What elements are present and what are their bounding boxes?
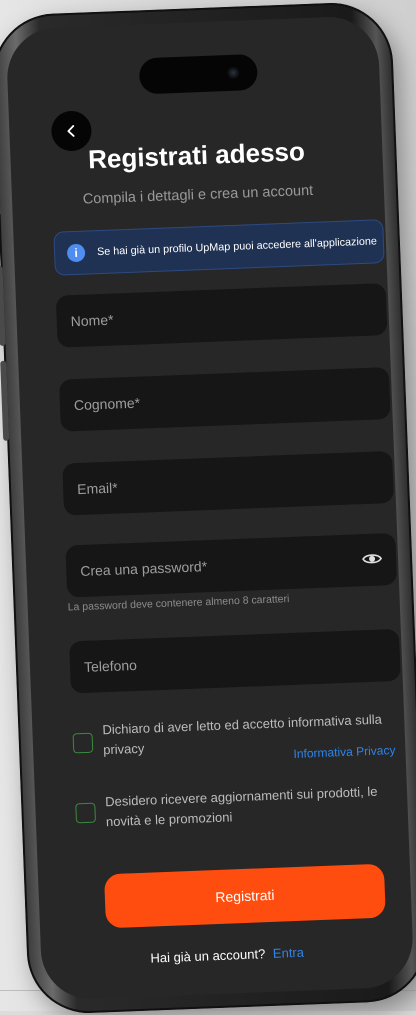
app-screen: Registrati adesso Compila i dettagli e c… (5, 15, 415, 1001)
email-field[interactable] (62, 450, 394, 516)
login-prompt-text: Hai già un account? (150, 946, 266, 966)
email-input[interactable] (76, 470, 358, 498)
login-prompt: Hai già un account? Entra (41, 941, 413, 970)
register-button[interactable]: Registrati (103, 863, 386, 929)
telefono-field[interactable] (69, 628, 401, 694)
login-link[interactable]: Entra (273, 945, 305, 961)
eye-icon[interactable] (362, 550, 383, 567)
chevron-left-icon (67, 125, 75, 137)
info-icon: i (66, 243, 86, 263)
marketing-consent-row: Desidero ricevere aggiornamenti sui prod… (75, 781, 406, 838)
cognome-field[interactable] (58, 367, 391, 432)
privacy-consent-row: Dichiaro di aver letto ed accetto inform… (72, 709, 404, 782)
telefono-input[interactable] (83, 648, 365, 675)
info-banner-text: Se hai già un profilo UpMap puoi acceder… (96, 235, 378, 259)
dynamic-island (138, 53, 258, 95)
marketing-consent-label: Desidero ricevere aggiornamenti sui prod… (104, 783, 378, 830)
cognome-input[interactable] (73, 386, 355, 414)
page-subtitle: Compila i dettagli e crea un account (82, 182, 314, 208)
nome-input[interactable] (70, 302, 351, 330)
nome-field[interactable] (55, 283, 388, 348)
password-field[interactable] (65, 532, 398, 598)
privacy-checkbox[interactable] (72, 732, 94, 754)
privacy-policy-link[interactable]: Informativa Privacy (293, 743, 395, 761)
camera-icon (227, 66, 240, 80)
phone-device: Registrati adesso Compila i dettagli e c… (0, 0, 416, 1015)
password-input[interactable] (80, 552, 361, 580)
info-banner: i Se hai già un profilo UpMap puoi acced… (53, 219, 385, 276)
marketing-checkbox[interactable] (75, 802, 96, 824)
